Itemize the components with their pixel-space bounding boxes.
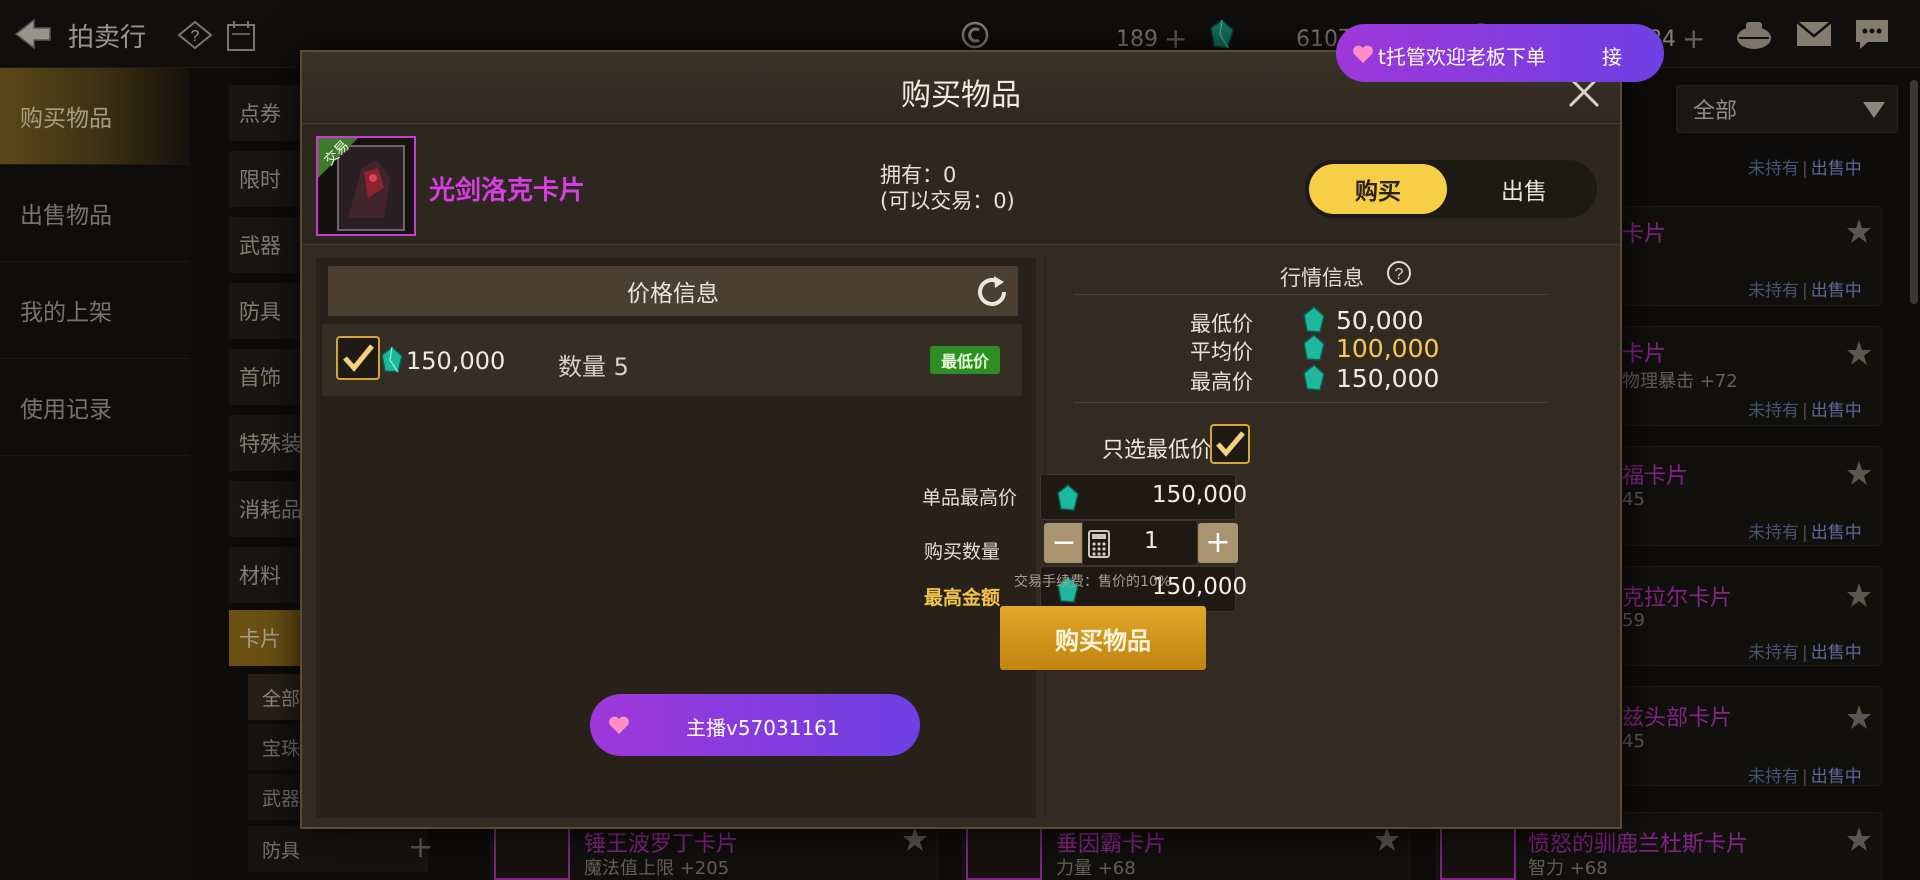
accept-button[interactable]: 接: [1602, 41, 1622, 70]
listing-quantity: 数量 5: [558, 353, 629, 381]
lowest-price-badge: 最低价: [930, 346, 1000, 374]
buy-sell-toggle: 购买 出售: [1305, 160, 1597, 218]
svg-text:?: ?: [1395, 266, 1404, 283]
quantity-increase-button[interactable]: +: [1198, 523, 1238, 563]
tab-sell[interactable]: 出售: [1455, 164, 1593, 214]
gem-icon: [1303, 334, 1325, 361]
unit-max-price-label: 单品最高价: [922, 487, 1018, 509]
market-info-title: 行情信息: [1280, 266, 1364, 290]
unit-max-price-value: 150,000: [1152, 482, 1248, 508]
streamer-id: 主播v57031161: [686, 716, 840, 740]
divider: [1074, 294, 1548, 295]
refresh-icon[interactable]: [974, 274, 1010, 310]
min-price-value: 50,000: [1336, 306, 1424, 335]
quantity-decrease-button[interactable]: −: [1044, 523, 1084, 563]
gem-icon: [1057, 484, 1079, 511]
quantity-label: 购买数量: [924, 541, 1001, 563]
promo-banner[interactable]: t托管欢迎老板下单 接: [1336, 24, 1664, 82]
checkmark-icon: [343, 344, 374, 372]
gem-icon: [1303, 364, 1325, 391]
card-art-icon: 交易: [318, 138, 414, 234]
tradable-count: (可以交易：0): [880, 189, 1015, 213]
max-total-label: 最高金额: [924, 587, 1001, 609]
checkmark-icon: [1216, 431, 1245, 457]
streamer-badge[interactable]: 主播v57031161: [590, 694, 920, 756]
divider: [1074, 402, 1548, 403]
only-lowest-label: 只选最低价: [1102, 438, 1213, 463]
help-icon[interactable]: ?: [1385, 259, 1415, 289]
owned-info: 拥有：0 (可以交易：0): [880, 162, 1015, 214]
avg-price-label: 平均价: [1190, 340, 1253, 364]
item-card-image: 交易: [316, 136, 416, 236]
promo-text: t托管欢迎老板下单: [1378, 45, 1546, 69]
buy-item-dialog: 购买物品 交易 光剑洛克卡片 拥有：0 (可以交易：0) 购买 出售 价格信息: [300, 50, 1622, 829]
owned-count: 拥有：0: [880, 163, 957, 187]
listing-checkbox[interactable]: [336, 336, 380, 380]
quantity-value: 1: [1144, 528, 1159, 554]
max-price-value: 150,000: [1336, 364, 1440, 393]
avg-price-value: 100,000: [1336, 334, 1440, 363]
max-price-label: 最高价: [1190, 370, 1253, 394]
price-info-header: 价格信息: [328, 266, 1018, 316]
buy-item-button[interactable]: 购买物品: [1000, 606, 1206, 670]
calculator-icon[interactable]: [1088, 530, 1110, 558]
gem-icon: [381, 346, 403, 373]
fee-note: 交易手续费：售价的10%: [1014, 574, 1172, 590]
heart-icon: [609, 716, 629, 734]
item-name: 光剑洛克卡片: [429, 176, 586, 206]
min-price-label: 最低价: [1190, 312, 1253, 336]
only-lowest-checkbox[interactable]: [1210, 424, 1250, 464]
listing-price: 150,000: [406, 347, 506, 375]
heart-icon: [1353, 45, 1373, 63]
tab-buy[interactable]: 购买: [1309, 164, 1447, 214]
gem-icon: [1303, 306, 1325, 333]
